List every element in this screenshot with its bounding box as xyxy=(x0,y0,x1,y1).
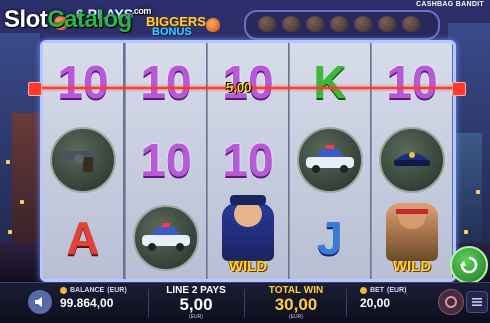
spin-icon xyxy=(460,256,478,274)
reel-3: 10 10 WILD xyxy=(207,43,288,279)
bandit-bandana xyxy=(396,209,428,214)
window-light xyxy=(476,190,480,194)
header-logo-area: 6 PLAYS BIGGERS BONUS SlotCatalog.com xyxy=(0,0,240,44)
total-win-panel: TOTAL WIN 30,00 (EUR) xyxy=(258,285,334,320)
payline-marker-right xyxy=(452,82,466,96)
money-bag-collection-meter xyxy=(244,10,440,40)
site-logo-suffix: .com xyxy=(131,6,152,16)
line-pays-value: 5,00 xyxy=(179,295,213,314)
money-bag-icon xyxy=(258,16,276,32)
money-bag-icon xyxy=(306,16,324,32)
autoplay-icon xyxy=(445,296,457,308)
bandit-head xyxy=(398,203,426,229)
police-car-icon xyxy=(297,127,363,193)
money-bag-icon xyxy=(378,16,396,32)
reel-frame: 10 A 10 10 10 10 WILD K J 10 WILD xyxy=(40,40,456,282)
symbol-label: K xyxy=(313,56,347,108)
total-win-value: 30,00 xyxy=(274,295,318,314)
window-light xyxy=(6,160,10,164)
reel-4: K J xyxy=(289,43,370,279)
balance-unit: (EUR) xyxy=(107,287,127,294)
game-title-line3: BONUS xyxy=(152,26,192,38)
symbol-k: K xyxy=(290,43,370,121)
menu-icon xyxy=(472,298,482,306)
symbol-a: A xyxy=(43,199,123,277)
wild-label: WILD xyxy=(228,258,268,275)
symbol-ten: 10 xyxy=(372,43,452,121)
sound-icon xyxy=(35,297,42,307)
bottom-control-bar: BALANCE (EUR) 99.864,00 LINE 2 PAYS 5,00… xyxy=(0,282,490,323)
sound-button[interactable] xyxy=(28,290,52,314)
symbol-label: 10 xyxy=(57,56,109,108)
symbol-ten: 10 xyxy=(43,43,123,121)
bet-label-row: BET (EUR) xyxy=(360,287,406,294)
money-bag-icon xyxy=(402,16,420,32)
spin-button[interactable] xyxy=(450,246,488,284)
reel-1: 10 A xyxy=(43,43,123,279)
window-light xyxy=(464,230,468,234)
symbol-police-officer-wild: WILD xyxy=(208,195,288,279)
balance-value: 99.864,00 xyxy=(60,296,114,310)
site-logo-part2: Catalog xyxy=(47,6,132,33)
balance-label: BALANCE xyxy=(70,287,105,294)
site-logo-part1: Slot xyxy=(4,6,48,33)
menu-button[interactable] xyxy=(466,291,488,313)
police-car-icon xyxy=(133,205,199,271)
divider xyxy=(346,289,347,317)
balance-panel: BALANCE (EUR) 99.864,00 xyxy=(60,287,127,310)
gun-icon xyxy=(50,127,116,193)
symbol-j: J xyxy=(290,199,370,277)
symbol-label: A xyxy=(66,212,100,264)
autoplay-button[interactable] xyxy=(438,289,464,315)
symbol-ten: 10 xyxy=(208,121,288,199)
bet-label: BET xyxy=(370,287,384,294)
reel-2: 10 10 xyxy=(125,43,206,279)
money-bag-icon xyxy=(354,16,372,32)
bet-value: 20,00 xyxy=(360,296,391,310)
symbol-label: 10 xyxy=(140,134,192,186)
symbol-ten: 10 xyxy=(126,121,206,199)
symbol-police-car xyxy=(290,121,370,199)
symbol-police-car xyxy=(126,199,206,277)
wild-label: WILD xyxy=(392,258,432,275)
window-light xyxy=(20,200,24,204)
officer-cap xyxy=(230,195,266,205)
symbol-label: J xyxy=(317,212,343,264)
divider xyxy=(148,289,149,317)
money-bag-icon xyxy=(206,18,220,32)
money-bag-icon xyxy=(330,16,348,32)
police-hat-icon xyxy=(379,127,445,193)
symbol-police-hat xyxy=(372,121,452,199)
line-pays-panel: LINE 2 PAYS 5,00 (EUR) xyxy=(160,285,232,320)
total-win-unit: (EUR) xyxy=(289,314,303,320)
bet-unit: (EUR) xyxy=(387,287,407,294)
divider xyxy=(244,289,245,317)
symbol-label: 10 xyxy=(140,56,192,108)
bet-panel[interactable]: BET (EUR) 20,00 xyxy=(360,287,406,310)
symbol-gun xyxy=(43,121,123,199)
reel-5: 10 WILD xyxy=(371,43,452,279)
line-win-amount: 5,00 xyxy=(226,80,252,95)
symbol-label: 10 xyxy=(386,56,438,108)
money-bag-icon xyxy=(282,16,300,32)
line-pays-unit: (EUR) xyxy=(189,314,203,320)
coin-icon xyxy=(60,287,67,294)
window-light xyxy=(8,230,12,234)
game-brand-label: CASHBAG BANDIT xyxy=(416,1,484,8)
coin-icon xyxy=(360,287,367,294)
payline-marker-left xyxy=(28,82,42,96)
symbol-ten: 10 xyxy=(126,43,206,121)
site-watermark-logo: SlotCatalog.com xyxy=(4,6,151,34)
balance-label-row: BALANCE (EUR) xyxy=(60,287,127,294)
symbol-label: 10 xyxy=(222,134,274,186)
symbol-bandit-wild: WILD xyxy=(372,199,452,279)
